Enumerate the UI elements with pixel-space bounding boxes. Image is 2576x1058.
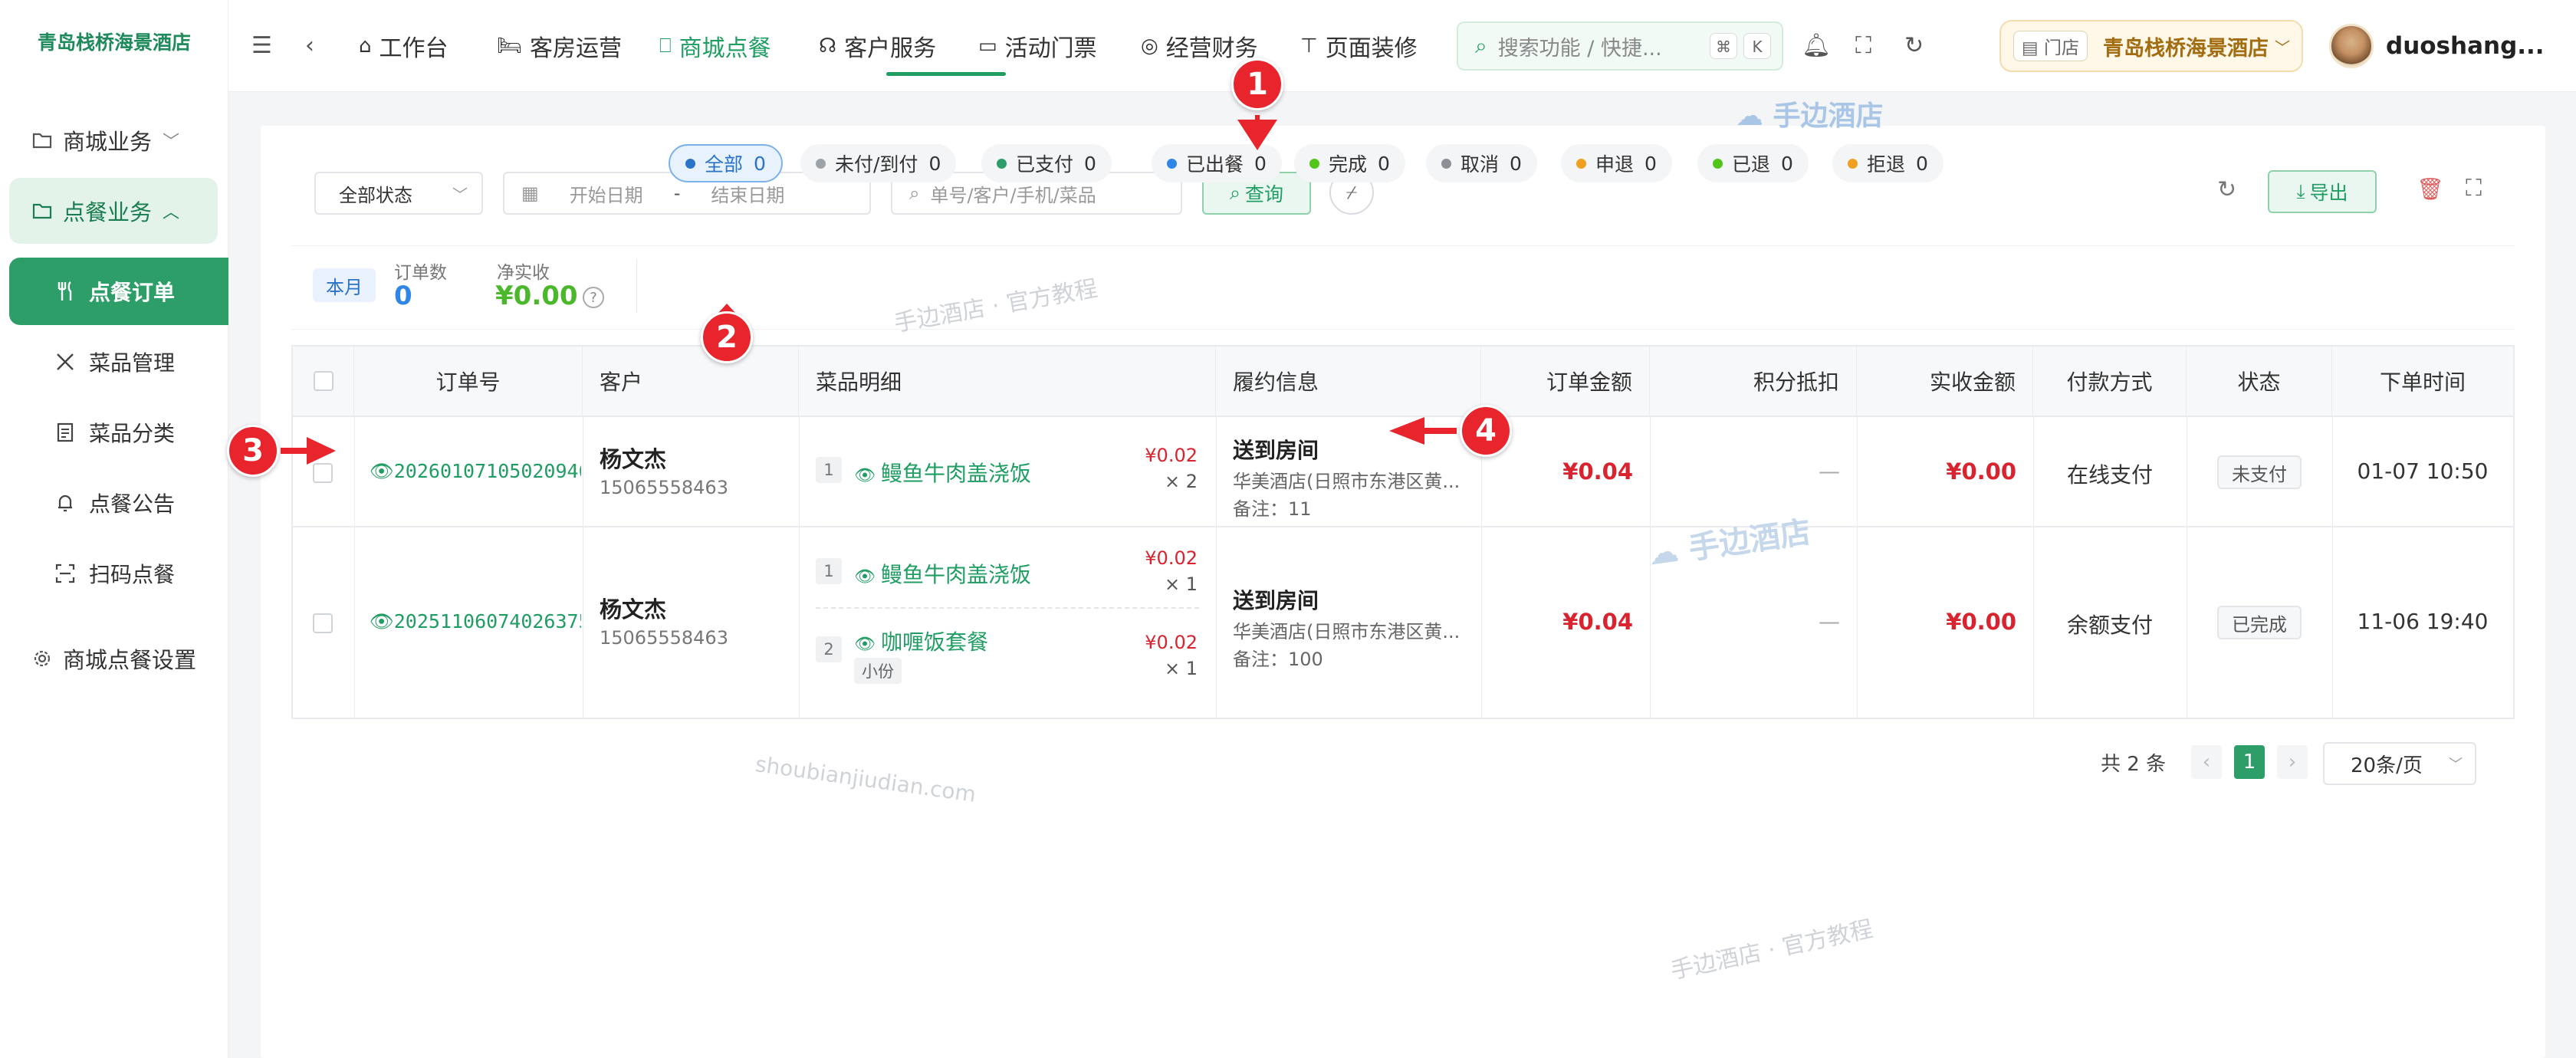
annotation-badge-3: 3 bbox=[227, 425, 279, 477]
annotation-arrows bbox=[281, 115, 1457, 465]
annotation-badge-4: 4 bbox=[1460, 405, 1512, 457]
annotation-badge-2: 2 bbox=[701, 311, 753, 363]
annotation-badge-1: 1 bbox=[1231, 58, 1283, 110]
